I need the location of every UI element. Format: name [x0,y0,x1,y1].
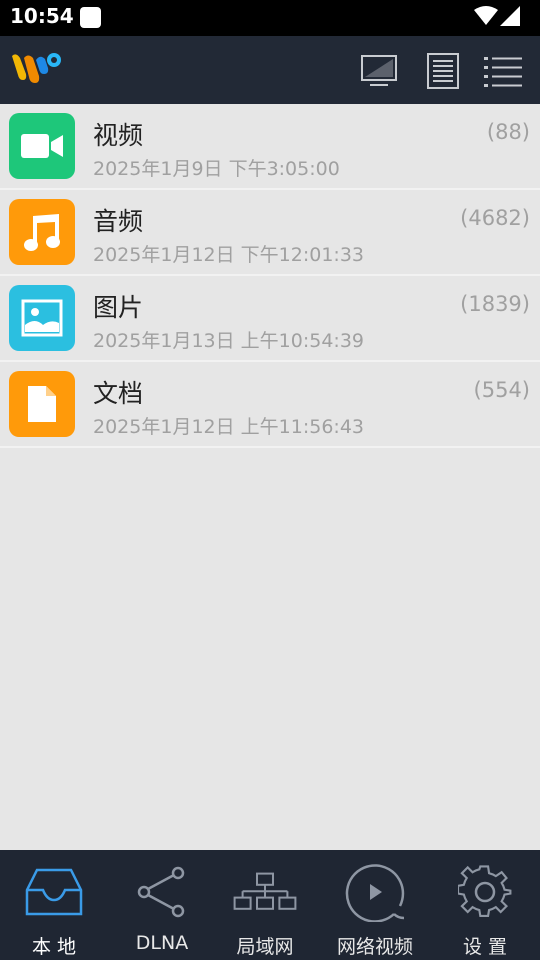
tab-label: 本 地 [31,936,77,958]
tab-label: 设 置 [462,936,508,958]
category-count: (554) [473,378,530,402]
category-title: 视频 [93,121,144,150]
signal-icon [500,6,520,26]
category-date: 2025年1月13日 上午10:54:39 [93,330,364,352]
app-logo [12,53,61,83]
tab-label: 网络视频 [336,936,413,958]
bottom-nav: 本 地 DLNA 局域网 网络视频 设 置 [0,850,540,960]
network-icon [233,862,297,922]
status-bar: 10:54 [0,0,540,36]
video-camera-icon [9,113,75,179]
tab-dlna[interactable]: DLNA [108,850,216,960]
category-count: (1839) [460,292,530,316]
tv-icon [361,55,397,86]
category-row-video[interactable]: 视频 2025年1月9日 下午3:05:00 (88) [0,104,540,190]
category-title: 文档 [93,379,144,408]
document-list-button[interactable] [422,50,464,92]
status-time: 10:54 [10,4,74,28]
gear-icon [453,862,517,922]
tab-label: DLNA [135,932,189,954]
play-circle-icon [343,862,407,922]
inbox-icon [22,862,86,922]
category-row-audio[interactable]: 音频 2025年1月12日 下午12:01:33 (4682) [0,190,540,276]
document-list-icon [427,53,459,89]
category-count: (4682) [460,206,530,230]
tv-button[interactable] [358,50,400,92]
document-icon [9,371,75,437]
category-row-image[interactable]: 图片 2025年1月13日 上午10:54:39 (1839) [0,276,540,362]
category-date: 2025年1月12日 下午12:01:33 [93,244,364,266]
tab-label: 局域网 [236,936,294,958]
share-icon [130,862,194,922]
menu-list-button[interactable] [482,50,524,92]
wifi-icon [474,6,498,25]
category-date: 2025年1月9日 下午3:05:00 [93,158,340,180]
category-list: 视频 2025年1月9日 下午3:05:00 (88) 音频 2025年1月12… [0,104,540,448]
tab-settings[interactable]: 设 置 [431,850,539,960]
app-bar [0,36,540,104]
category-count: (88) [486,120,530,144]
category-title: 音频 [93,207,144,236]
menu-list-icon [484,57,522,87]
music-note-icon [9,199,75,265]
category-title: 图片 [93,293,144,322]
image-icon [9,285,75,351]
category-row-document[interactable]: 文档 2025年1月12日 上午11:56:43 (554) [0,362,540,448]
tab-local[interactable]: 本 地 [0,850,108,960]
category-date: 2025年1月12日 上午11:56:43 [93,416,364,438]
tab-lan[interactable]: 局域网 [211,850,319,960]
notification-icon [80,7,101,28]
tab-online-video[interactable]: 网络视频 [321,850,429,960]
